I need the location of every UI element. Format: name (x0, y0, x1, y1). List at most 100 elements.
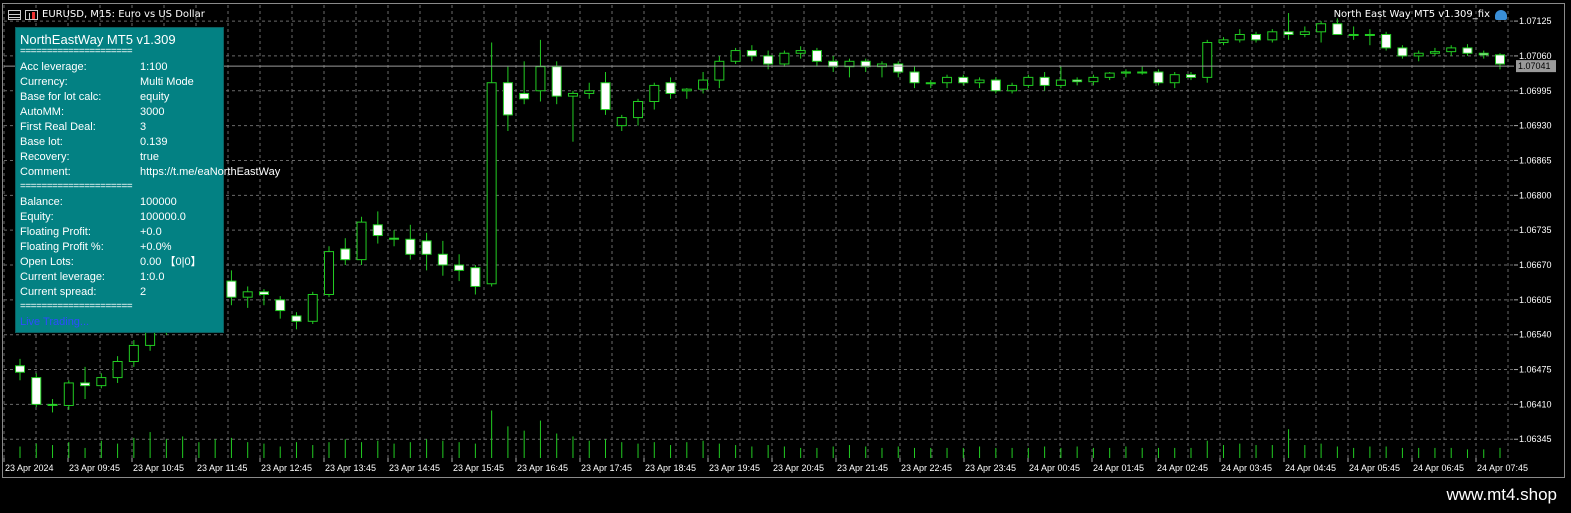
candle-bull (1446, 47, 1457, 53)
panel-row: First Real Deal: 3 (20, 120, 220, 135)
chart-icon[interactable] (25, 10, 38, 20)
candle-bear (1397, 47, 1408, 57)
chart-window[interactable]: 1.07060 1.07125 1.06995 1.06930 1.06865 1.068… (0, 0, 1571, 480)
panel-row-label: First Real Deal: (20, 121, 96, 133)
candle-bull (1023, 76, 1034, 86)
panel-row-label: AutoMM: (20, 106, 65, 118)
symbol-title-bar: EURUSD, M15: Euro vs US Dollar (8, 7, 205, 23)
price-label: 1.06735 (1519, 225, 1552, 235)
candle-bull (1234, 33, 1245, 41)
candle-bear (811, 50, 822, 62)
chart-canvas[interactable]: 1.07060 1.07125 1.06995 1.06930 1.06865 1.068… (0, 0, 1571, 480)
candle-bull (324, 251, 335, 295)
candle-bear (746, 50, 757, 57)
candle-bear (15, 365, 25, 373)
candle-bull (1007, 84, 1018, 92)
candle-bear (893, 63, 904, 73)
panel-row-label: Current spread: (20, 286, 97, 298)
time-label: 23 Apr 12:45 (261, 463, 312, 473)
candle-bull (942, 76, 953, 84)
panel-row-value: true (140, 151, 159, 163)
candle-bull (535, 66, 546, 92)
chart-grid (3, 5, 1514, 458)
panel-row-label: Balance: (20, 196, 63, 208)
separator: ===================== (20, 301, 133, 312)
candle-bear (1332, 23, 1343, 35)
panel-row: Recovery: true (20, 150, 220, 165)
panel-row: Floating Profit: +0.0 (20, 225, 220, 240)
time-label: 23 Apr 13:45 (325, 463, 376, 473)
candle-bull (1364, 33, 1375, 36)
candle-bear (1462, 47, 1473, 54)
panel-row: Open Lots: 0.00 【0|0】 (20, 255, 220, 270)
time-label: 23 Apr 22:45 (901, 463, 952, 473)
candle-bull (1169, 74, 1180, 84)
candle-bear (437, 253, 448, 266)
candle-bull (1055, 79, 1066, 86)
time-label: 23 Apr 17:45 (581, 463, 632, 473)
panel-row-value: equity (140, 91, 170, 103)
panel-row-value: 0.139 (140, 136, 168, 148)
current-price-label: 1.07041 (1518, 61, 1551, 71)
time-label: 23 Apr 09:45 (69, 463, 120, 473)
panel-row: Current leverage: 1:0.0 (20, 270, 220, 285)
time-label: 24 Apr 07:45 (1477, 463, 1528, 473)
candle-bear (454, 264, 465, 271)
separator: ===================== (20, 46, 133, 57)
panel-row-value: +0.0% (140, 241, 172, 253)
panel-row-value: 3000 (140, 106, 165, 118)
candle-bull (242, 291, 253, 298)
price-label: 1.06345 (1519, 434, 1552, 444)
expert-advisor-label[interactable]: North East Way MT5 v1.309_fix (1334, 7, 1507, 23)
time-label: 23 Apr 15:45 (453, 463, 504, 473)
candle-bull (649, 84, 660, 102)
panel-row: Balance: 100000 (20, 195, 220, 210)
price-label: 1.06605 (1519, 295, 1552, 305)
candle-bear (1153, 71, 1164, 84)
candlestick-series (15, 13, 1505, 413)
candle-bull (730, 50, 741, 62)
volume-histogram (19, 410, 1501, 458)
panel-row-label: Comment: (20, 166, 71, 178)
candle-bull (681, 88, 692, 92)
time-label: 23 Apr 2024 (5, 463, 54, 473)
panel-row-value: 2 (140, 286, 147, 298)
time-label: 24 Apr 06:45 (1413, 463, 1464, 473)
candle-bull (356, 221, 367, 261)
candle-bull (795, 50, 806, 54)
symbol-title: EURUSD, M15: Euro vs US Dollar (42, 9, 205, 20)
panel-row: Base for lot calc: equity (20, 90, 220, 105)
candle-bull (1267, 31, 1278, 41)
candle-bear (519, 92, 530, 100)
price-label: 1.06865 (1519, 155, 1552, 165)
price-label: 1.06410 (1519, 399, 1552, 409)
time-label: 24 Apr 00:45 (1029, 463, 1080, 473)
candle-bull (1429, 51, 1440, 54)
panel-row-label: Floating Profit %: (20, 241, 104, 253)
time-label: 23 Apr 20:45 (773, 463, 824, 473)
live-trading-link[interactable]: Live Trading... (20, 316, 89, 328)
panel-row: Floating Profit %: +0.0% (20, 240, 220, 255)
graduation-cap-icon[interactable] (1495, 10, 1507, 20)
panel-row: Equity: 100000.0 (20, 210, 220, 225)
footer-bar (0, 480, 1571, 513)
candle-bear (958, 76, 969, 84)
table-icon[interactable] (8, 10, 21, 20)
candle-bear (1381, 33, 1392, 49)
price-label: 1.06475 (1519, 365, 1552, 375)
panel-row: Base lot: 0.139 (20, 135, 220, 150)
candle-bear (275, 299, 286, 312)
candle-bear (1039, 76, 1050, 86)
candle-bull (1413, 52, 1424, 57)
candle-bear (665, 82, 676, 94)
candle-bull (925, 82, 936, 85)
panel-row: AutoMM: 3000 (20, 105, 220, 120)
panel-row-value: 100000.0 (140, 211, 186, 223)
candle-bear (421, 240, 432, 255)
price-label: 1.06930 (1519, 121, 1552, 131)
candle-bull (1137, 71, 1148, 74)
ea-title: North East Way MT5 v1.309_fix (1333, 9, 1490, 20)
time-label: 23 Apr 23:45 (965, 463, 1016, 473)
separator: ===================== (20, 181, 133, 192)
time-axis: 23 Apr 2024 23 Apr 09:45 23 Apr 10:45 23 Ap… (3, 458, 1528, 473)
